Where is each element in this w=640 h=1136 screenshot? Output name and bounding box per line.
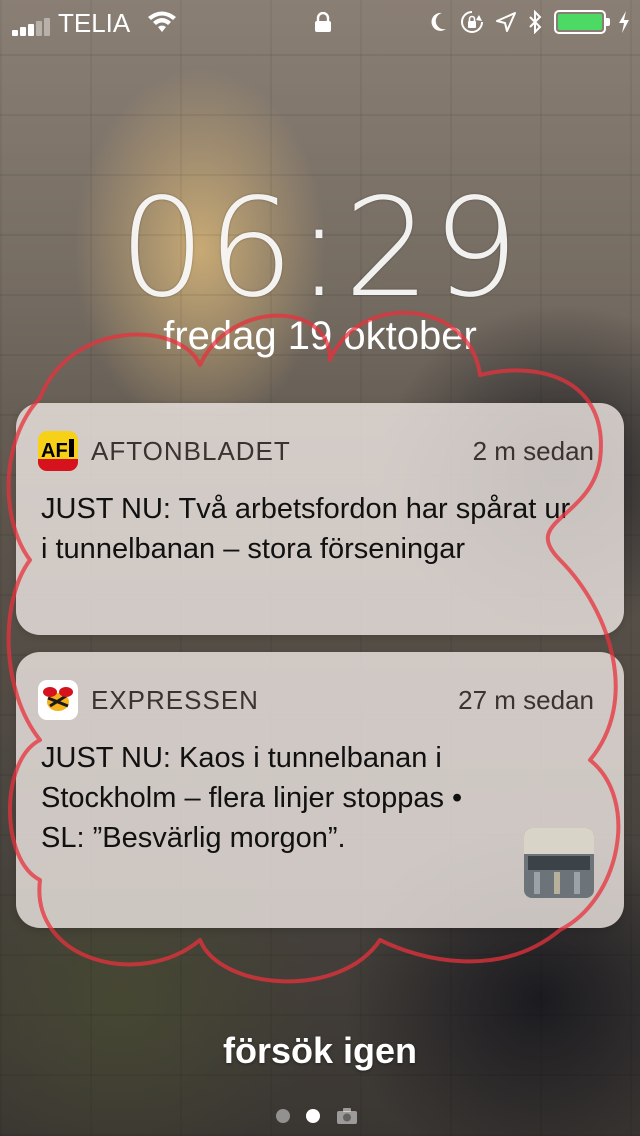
wifi-icon xyxy=(148,11,176,32)
status-bar: TELIA xyxy=(0,0,640,40)
page-dot-active xyxy=(306,1109,320,1123)
bluetooth-icon xyxy=(529,10,542,34)
notification-message: JUST NU: Kaos i tunnelbanan i Stockholm … xyxy=(41,742,463,854)
lock-icon xyxy=(315,12,331,32)
camera-icon[interactable] xyxy=(336,1107,358,1125)
notification-time: 27 m sedan xyxy=(458,685,594,715)
notification-aftonbladet[interactable]: AF AFTONBLADET 2 m sedan JUST NU: Två ar… xyxy=(16,403,624,635)
aftonbladet-app-icon: AF xyxy=(38,431,78,471)
battery-icon xyxy=(554,10,610,34)
lock-screen-time: 06:29 xyxy=(119,170,521,328)
signal-strength-icon xyxy=(12,18,52,36)
charging-icon xyxy=(619,11,629,33)
page-indicator xyxy=(276,1106,358,1126)
notification-thumbnail xyxy=(524,828,594,898)
page-dot xyxy=(276,1109,290,1123)
lock-screen-date: fredag 19 oktober xyxy=(163,314,477,358)
carrier-name: TELIA xyxy=(58,8,131,38)
notification-time: 2 m sedan xyxy=(472,436,594,466)
notification-message: JUST NU: Två arbetsfordon har spårat ur … xyxy=(41,493,571,565)
notification-expressen[interactable]: EXPRESSEN 27 m sedan JUST NU: Kaos i tun… xyxy=(16,652,624,928)
retry-button[interactable]: försök igen xyxy=(0,1030,640,1072)
notification-app-name: EXPRESSEN xyxy=(91,685,259,715)
rotation-lock-icon xyxy=(461,11,483,33)
svg-text:AF: AF xyxy=(41,440,68,462)
expressen-app-icon xyxy=(38,680,78,720)
notification-app-name: AFTONBLADET xyxy=(91,436,291,466)
moon-icon xyxy=(431,12,446,31)
location-icon xyxy=(496,12,516,32)
